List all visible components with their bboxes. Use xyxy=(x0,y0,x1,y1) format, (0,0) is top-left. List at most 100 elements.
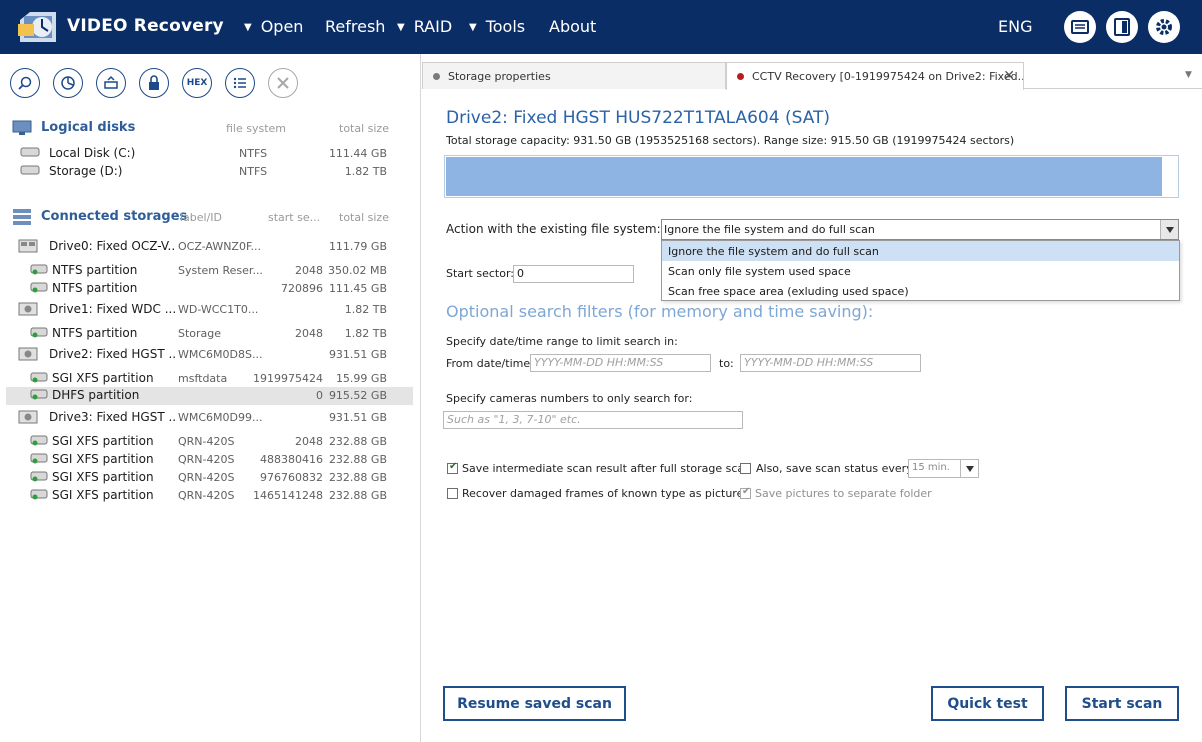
partition-size: 350.02 MB xyxy=(327,264,387,277)
interval-select[interactable]: 15 min. xyxy=(908,459,979,478)
statistics-button[interactable] xyxy=(53,68,83,98)
save-status-checkbox[interactable] xyxy=(740,463,751,474)
app-window: VIDEO Recovery ▼ Open Refresh ▼ RAID ▼ Tool… xyxy=(0,0,1202,742)
drive-label: WMC6M0D99... xyxy=(178,411,263,424)
partition-size: 15.99 GB xyxy=(335,372,387,385)
partition-row-selected[interactable]: DHFS partition 0 915.52 GB xyxy=(6,387,413,405)
drive-size: 111.79 GB xyxy=(328,240,387,253)
drive-row[interactable]: Drive3: Fixed HGST ... WMC6M0D99... 931.… xyxy=(6,409,413,427)
dropdown-arrow-icon: ▼ xyxy=(397,22,405,33)
tab-overflow-icon[interactable]: ▼ xyxy=(1185,70,1192,80)
partition-row[interactable]: SGI XFS partition QRN-420S 488380416 232… xyxy=(6,451,413,469)
action-select[interactable]: Ignore the file system and do full scan xyxy=(661,219,1179,240)
drive-row[interactable]: Drive1: Fixed WDC ... WD-WCC1T0... 1.82 … xyxy=(6,301,413,319)
partition-row[interactable]: NTFS partition 720896 111.45 GB xyxy=(6,280,413,298)
partition-start: 0 xyxy=(316,389,323,402)
drive-label: OCZ-AWNZ0F... xyxy=(178,240,262,253)
menu-tools[interactable]: ▼ Tools xyxy=(469,17,525,36)
dropdown-option[interactable]: Ignore the file system and do full scan xyxy=(662,241,1179,261)
left-panel: HEX Logical disks file system total size… xyxy=(0,54,421,742)
tab-close-icon[interactable]: ✕ xyxy=(1003,68,1015,84)
from-date-input[interactable]: YYYY-MM-DD HH:MM:SS xyxy=(530,354,711,372)
partition-size: 111.45 GB xyxy=(328,282,387,295)
logical-disk-row[interactable]: Storage (D:) NTFS 1.82 TB xyxy=(6,163,413,181)
partition-label: QRN-420S xyxy=(178,435,235,448)
close-drive-button[interactable] xyxy=(268,68,298,98)
cameras-input[interactable]: Such as "1, 3, 7-10" etc. xyxy=(443,411,743,429)
list-icon xyxy=(233,77,246,89)
hex-button[interactable]: HEX xyxy=(182,68,212,98)
partition-row[interactable]: NTFS partition System Reser... 2048 350.… xyxy=(6,262,413,280)
log-button[interactable] xyxy=(1064,11,1096,43)
drive-label: WD-WCC1T0... xyxy=(178,303,259,316)
drive-row[interactable]: Drive2: Fixed HGST ... WMC6M0D8S... 931.… xyxy=(6,346,413,364)
open-drive-button[interactable] xyxy=(96,68,126,98)
partition-row[interactable]: SGI XFS partition QRN-420S 2048 232.88 G… xyxy=(6,433,413,451)
logical-disk-fs: NTFS xyxy=(239,147,268,160)
tab-storage-properties[interactable]: Storage properties xyxy=(422,62,726,89)
panel-toggle-icon xyxy=(1114,18,1130,36)
chevron-down-icon[interactable] xyxy=(1160,220,1178,239)
recover-frames-label: Recover damaged frames of known type as … xyxy=(462,487,750,500)
tab-label: CCTV Recovery [0-1919975424 on Drive2: F… xyxy=(752,70,1024,83)
save-intermediate-checkbox[interactable]: ✔ xyxy=(447,461,458,474)
save-intermediate-label: Save intermediate scan result after full… xyxy=(462,462,752,475)
recover-frames-checkbox[interactable] xyxy=(447,488,458,499)
start-scan-button[interactable]: Start scan xyxy=(1065,686,1179,721)
lock-button[interactable] xyxy=(139,68,169,98)
partition-row[interactable]: SGI XFS partition QRN-420S 976760832 232… xyxy=(6,469,413,487)
partition-row[interactable]: SGI XFS partition msftdata 1919975424 15… xyxy=(6,370,413,388)
tab-cctv-recovery[interactable]: CCTV Recovery [0-1919975424 on Drive2: F… xyxy=(726,62,1024,90)
capacity-info: Total storage capacity: 931.50 GB (19535… xyxy=(446,134,1015,147)
logical-disk-size: 1.82 TB xyxy=(344,165,387,178)
start-sector-input[interactable]: 0 xyxy=(513,265,634,283)
menu-refresh[interactable]: Refresh xyxy=(325,17,385,36)
partition-icon xyxy=(30,282,48,293)
partition-name: SGI XFS partition xyxy=(52,434,154,448)
col-label-id: label/ID xyxy=(180,211,223,224)
app-title: VIDEO Recovery xyxy=(67,16,224,36)
to-date-input[interactable]: YYYY-MM-DD HH:MM:SS xyxy=(740,354,921,372)
partition-name: SGI XFS partition xyxy=(52,488,154,502)
partition-label: QRN-420S xyxy=(178,489,235,502)
chevron-down-icon[interactable] xyxy=(960,460,978,477)
partition-size: 915.52 GB xyxy=(328,389,387,402)
menu-open[interactable]: ▼ Open xyxy=(244,17,303,36)
partition-icon xyxy=(30,453,48,464)
range-map-bar[interactable] xyxy=(444,155,1179,198)
partition-label: msftdata xyxy=(178,372,228,385)
partition-label: Storage xyxy=(178,327,222,340)
settings-icon xyxy=(1156,19,1172,35)
dropdown-option[interactable]: Scan only file system used space xyxy=(662,261,1179,281)
partition-name: NTFS partition xyxy=(52,281,138,295)
disk-icon xyxy=(20,147,40,157)
search-button[interactable] xyxy=(10,68,40,98)
search-icon xyxy=(18,76,32,90)
dropdown-option[interactable]: Scan free space area (exluding used spac… xyxy=(662,281,1179,301)
resume-saved-scan-button[interactable]: Resume saved scan xyxy=(443,686,626,721)
menu-raid-label: RAID xyxy=(413,17,453,36)
panel-toggle-button[interactable] xyxy=(1106,11,1138,43)
settings-button[interactable] xyxy=(1148,11,1180,43)
partition-icon xyxy=(30,389,48,400)
from-date-label: From date/time: xyxy=(446,357,534,370)
language-selector[interactable]: ENG xyxy=(998,17,1032,36)
logical-disk-row[interactable]: Local Disk (C:) NTFS 111.44 GB xyxy=(6,145,413,163)
partition-icon xyxy=(30,264,48,275)
menu-raid[interactable]: ▼ RAID xyxy=(397,17,452,36)
col-total-size: total size xyxy=(339,122,389,135)
partition-row[interactable]: NTFS partition Storage 2048 1.82 TB xyxy=(6,325,413,343)
action-select-value: Ignore the file system and do full scan xyxy=(664,223,875,236)
drive-row[interactable]: Drive0: Fixed OCZ-V... OCZ-AWNZ0F... 111… xyxy=(6,238,413,256)
quick-test-button[interactable]: Quick test xyxy=(931,686,1044,721)
partition-start: 976760832 xyxy=(260,471,323,484)
logical-disks-title: Logical disks xyxy=(41,120,136,135)
list-button[interactable] xyxy=(225,68,255,98)
menu-about[interactable]: About xyxy=(549,17,596,36)
monitor-icon xyxy=(12,120,32,135)
date-range-label: Specify date/time range to limit search … xyxy=(446,335,678,348)
partition-size: 232.88 GB xyxy=(328,471,387,484)
save-pictures-checkbox[interactable]: ✔ xyxy=(740,486,751,499)
open-drive-icon xyxy=(104,75,118,89)
partition-row[interactable]: SGI XFS partition QRN-420S 1465141248 23… xyxy=(6,487,413,505)
